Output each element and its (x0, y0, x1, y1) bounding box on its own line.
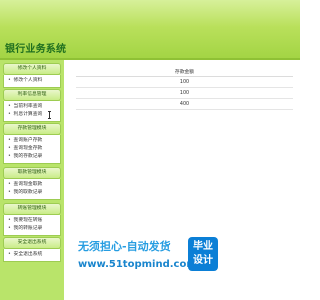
table-row: 400 (76, 98, 293, 110)
sidebar-item-my-withdrawals[interactable]: • 我的取款记录 (4, 189, 60, 197)
sidebar-item-label: 查询现金取款 (13, 182, 43, 187)
bullet-icon: • (8, 104, 11, 109)
sidebar-item-label: 利息计算查询 (13, 112, 43, 117)
sidebar-item-label: 修改个人资料 (13, 78, 43, 83)
bullet-icon: • (8, 182, 11, 187)
sidebar-item-account-deposit[interactable]: • 查询账户存款 (4, 137, 60, 145)
table-cell-amount: 100 (76, 76, 293, 88)
watermark-url: www.51topmind.com (78, 259, 197, 270)
table-header-row: 存款金额 (76, 66, 293, 77)
bullet-icon: • (8, 138, 11, 143)
sidebar-section-header-interest[interactable]: 利率信息管理 (3, 89, 61, 101)
sidebar-section-header-logout[interactable]: 安全退出系统 (3, 237, 61, 249)
sidebar-item-current-rate[interactable]: • 当前利率查询 (4, 103, 60, 111)
sidebar-item-label: 当前利率查询 (13, 104, 43, 109)
bullet-icon: • (8, 252, 11, 257)
bullet-icon: • (8, 226, 11, 231)
sidebar-item-label: 我要现在转账 (13, 218, 43, 223)
sidebar-items: • 修改个人资料 (3, 75, 61, 88)
sidebar-item-label: 安全退出系统 (13, 252, 43, 257)
text-cursor-icon (48, 111, 51, 119)
sidebar-item-label: 我的存款记录 (13, 154, 43, 159)
sidebar-item-logout[interactable]: • 安全退出系统 (4, 251, 60, 259)
table-cell-amount: 400 (76, 98, 293, 110)
sidebar-items: • 安全退出系统 (3, 249, 61, 262)
sidebar-item-label: 我的取款记录 (13, 190, 43, 195)
sidebar-section-withdraw: 取款管理模块 • 查询现金取款 • 我的取款记录 (3, 167, 61, 200)
sidebar-item-label: 查询账户存款 (13, 138, 43, 143)
sidebar-item-label: 我的转账记录 (13, 226, 43, 231)
bullet-icon: • (8, 190, 11, 195)
sidebar-item-interest-calc[interactable]: • 利息计算查询 (4, 111, 60, 119)
bullet-icon: • (8, 154, 11, 159)
table-header-amount: 存款金额 (76, 66, 293, 77)
bullet-icon: • (8, 112, 11, 117)
sidebar-item-my-deposits[interactable]: • 我的存款记录 (4, 153, 60, 161)
bullet-icon: • (8, 146, 11, 151)
table-row: 100 (76, 87, 293, 99)
top-banner: 银行业务系统 (0, 0, 300, 60)
sidebar-items: • 查询现金取款 • 我的取款记录 (3, 179, 61, 200)
bullet-icon: • (8, 218, 11, 223)
table-cell-amount: 100 (76, 87, 293, 99)
sidebar-item-label: 查询现金存款 (13, 146, 43, 151)
bullet-icon: • (8, 78, 11, 83)
sidebar: 修改个人资料 • 修改个人资料 利率信息管理 • 当前利率查询 • 利息计算查询… (0, 60, 64, 300)
sidebar-items: • 查询账户存款 • 查询现金存款 • 我的存款记录 (3, 135, 61, 164)
sidebar-items: • 当前利率查询 • 利息计算查询 (3, 101, 61, 122)
sidebar-item-transfer-now[interactable]: • 我要现在转账 (4, 217, 60, 225)
app-title: 银行业务系统 (5, 44, 67, 55)
sidebar-section-header-withdraw[interactable]: 取款管理模块 (3, 167, 61, 179)
watermark-badge-line1: 毕业 (193, 241, 213, 252)
sidebar-section-deposit: 存款管理模块 • 查询账户存款 • 查询现金存款 • 我的存款记录 (3, 123, 61, 164)
sidebar-items: • 我要现在转账 • 我的转账记录 (3, 215, 61, 236)
sidebar-section-interest: 利率信息管理 • 当前利率查询 • 利息计算查询 (3, 89, 61, 122)
sidebar-item-my-transfers[interactable]: • 我的转账记录 (4, 225, 60, 233)
sidebar-section-transfer: 转账管理模块 • 我要现在转账 • 我的转账记录 (3, 203, 61, 236)
sidebar-item-cash-withdraw[interactable]: • 查询现金取款 (4, 181, 60, 189)
watermark-badge: 毕业 设计 (188, 237, 218, 271)
sidebar-section-logout: 安全退出系统 • 安全退出系统 (3, 237, 61, 262)
watermark-text: 无须担心-自动发货 (78, 240, 171, 253)
sidebar-item-edit-profile[interactable]: • 修改个人资料 (4, 77, 60, 85)
table-row: 100 (76, 76, 293, 88)
watermark-badge-line2: 设计 (193, 255, 213, 266)
deposit-table: 存款金额 100 100 400 (76, 66, 293, 110)
sidebar-section-profile: 修改个人资料 • 修改个人资料 (3, 63, 61, 88)
sidebar-section-header-profile[interactable]: 修改个人资料 (3, 63, 61, 75)
sidebar-section-header-transfer[interactable]: 转账管理模块 (3, 203, 61, 215)
sidebar-section-header-deposit[interactable]: 存款管理模块 (3, 123, 61, 135)
sidebar-item-cash-deposit[interactable]: • 查询现金存款 (4, 145, 60, 153)
